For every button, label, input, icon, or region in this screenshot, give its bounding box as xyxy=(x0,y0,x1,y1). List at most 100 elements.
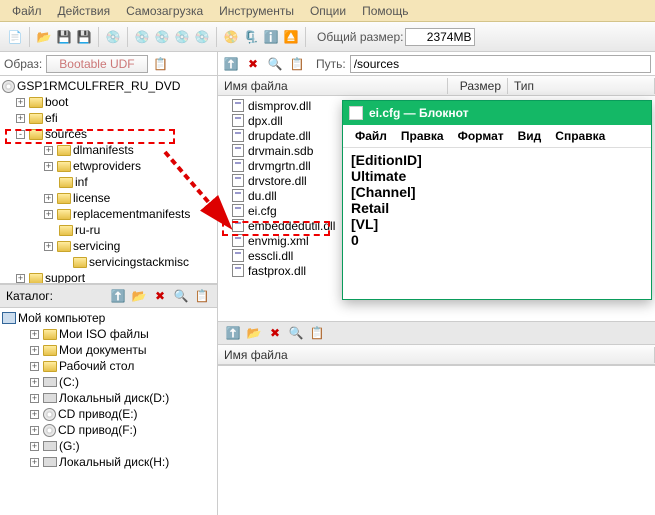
menu-boot[interactable]: Самозагрузка xyxy=(120,2,209,20)
expand-icon[interactable]: + xyxy=(44,242,53,251)
notepad-body[interactable]: [EditionID] Ultimate [Channel] Retail [V… xyxy=(343,148,651,252)
tree-label: Локальный диск(H:) xyxy=(59,455,169,469)
props-icon[interactable]: 📋 xyxy=(288,55,306,73)
cat-del-icon[interactable]: ✖ xyxy=(151,287,169,305)
expand-icon[interactable]: + xyxy=(30,442,39,451)
np-menu-file[interactable]: Файл xyxy=(349,127,393,145)
expand-icon[interactable]: + xyxy=(44,162,53,171)
expand-icon[interactable]: + xyxy=(30,346,39,355)
file-name: ei.cfg xyxy=(248,204,277,218)
catalog-item[interactable]: +Локальный диск(D:) xyxy=(2,390,215,406)
catalog-item[interactable]: + CD привод(F:) xyxy=(2,422,215,438)
file-icon xyxy=(232,99,244,112)
tree-item[interactable]: +dlmanifests xyxy=(2,142,215,158)
expand-icon[interactable]: + xyxy=(30,330,39,339)
tree-root[interactable]: GSP1RMCULFRER_RU_DVD xyxy=(2,78,215,94)
expand-icon[interactable]: + xyxy=(16,98,25,107)
l2-up-icon[interactable]: ⬆️ xyxy=(224,324,242,342)
tree-item[interactable]: +replacementmanifests xyxy=(2,206,215,222)
tree-item[interactable]: +efi xyxy=(2,110,215,126)
save-as-icon[interactable]: 💾 xyxy=(75,28,93,46)
open-icon[interactable]: 📂 xyxy=(35,28,53,46)
menu-help[interactable]: Помощь xyxy=(356,2,414,20)
catalog-item[interactable]: +Рабочий стол xyxy=(2,358,215,374)
tree-item[interactable]: - sources xyxy=(2,126,215,142)
menu-actions[interactable]: Действия xyxy=(52,2,117,20)
tree-label: support xyxy=(45,271,85,284)
menu-tools[interactable]: Инструменты xyxy=(213,2,300,20)
folder-icon xyxy=(29,129,43,140)
cat-props-icon[interactable]: 📋 xyxy=(193,287,211,305)
new-icon[interactable]: 📄 xyxy=(6,28,24,46)
notepad-window[interactable]: ei.cfg — Блокнот Файл Правка Формат Вид … xyxy=(342,100,652,300)
catalog-item[interactable]: +Мои ISO файлы xyxy=(2,326,215,342)
file-list-2 xyxy=(218,365,655,515)
disc4-icon[interactable]: 💿 xyxy=(193,28,211,46)
path-input[interactable] xyxy=(350,55,651,73)
l2-open-icon[interactable]: 📂 xyxy=(245,324,263,342)
np-menu-edit[interactable]: Правка xyxy=(395,127,450,145)
catalog-item[interactable]: +(C:) xyxy=(2,374,215,390)
tree-item[interactable]: ru-ru xyxy=(2,222,215,238)
disc1-icon[interactable]: 💿 xyxy=(133,28,151,46)
total-size-input[interactable] xyxy=(405,28,475,46)
l2-props-icon[interactable]: 📋 xyxy=(308,324,326,342)
expand-icon[interactable]: + xyxy=(30,426,39,435)
np-menu-help[interactable]: Справка xyxy=(549,127,611,145)
catalog-item[interactable]: + Локальный диск(H:) xyxy=(2,454,215,470)
tree-item[interactable]: +etwproviders xyxy=(2,158,215,174)
tree-label: sources xyxy=(45,127,87,141)
notepad-title: ei.cfg — Блокнот xyxy=(369,106,469,120)
catalog-item[interactable]: +(G:) xyxy=(2,438,215,454)
expand-icon[interactable]: + xyxy=(16,114,25,123)
disc3-icon[interactable]: 💿 xyxy=(173,28,191,46)
tree-item[interactable]: +license xyxy=(2,190,215,206)
tree-item[interactable]: +boot xyxy=(2,94,215,110)
tree-label: CD привод(F:) xyxy=(58,423,137,437)
burn-icon[interactable]: 💿 xyxy=(104,28,122,46)
menu-options[interactable]: Опции xyxy=(304,2,352,20)
expand-icon[interactable]: + xyxy=(44,194,53,203)
menu-file[interactable]: Файл xyxy=(6,2,48,20)
col-name[interactable]: Имя файла xyxy=(218,78,448,94)
file-name: drvmain.sdb xyxy=(248,144,313,158)
delete-icon[interactable]: ✖ xyxy=(244,55,262,73)
compress-icon[interactable]: 🗜️ xyxy=(242,28,260,46)
np-menu-format[interactable]: Формат xyxy=(452,127,510,145)
np-menu-view[interactable]: Вид xyxy=(512,127,548,145)
expand-icon[interactable]: + xyxy=(44,146,53,155)
l2-del-icon[interactable]: ✖ xyxy=(266,324,284,342)
col-name2[interactable]: Имя файла xyxy=(218,347,655,363)
expand-icon[interactable]: + xyxy=(30,410,39,419)
tree-root-pc[interactable]: Мой компьютер xyxy=(2,310,215,326)
info-icon[interactable]: ℹ️ xyxy=(262,28,280,46)
tree-item[interactable]: servicingstackmisc xyxy=(2,254,215,270)
l2-view-icon[interactable]: 🔍 xyxy=(287,324,305,342)
expand-icon[interactable]: + xyxy=(30,362,39,371)
save-icon[interactable]: 💾 xyxy=(55,28,73,46)
cat-up-icon[interactable]: ⬆️ xyxy=(109,287,127,305)
expand-icon[interactable]: + xyxy=(16,274,25,283)
col-type[interactable]: Тип xyxy=(508,78,655,94)
catalog-item[interactable]: +Мои документы xyxy=(2,342,215,358)
expand-icon[interactable]: + xyxy=(30,394,39,403)
tree-item[interactable]: +servicing xyxy=(2,238,215,254)
view-icon[interactable]: 🔍 xyxy=(266,55,284,73)
image-menu-icon[interactable]: 📋 xyxy=(152,55,170,73)
mount-icon[interactable]: 📀 xyxy=(222,28,240,46)
disc2-icon[interactable]: 💿 xyxy=(153,28,171,46)
expand-icon[interactable]: + xyxy=(44,210,53,219)
expand-icon[interactable]: + xyxy=(30,458,39,467)
cat-view-icon[interactable]: 🔍 xyxy=(172,287,190,305)
cat-open-icon[interactable]: 📂 xyxy=(130,287,148,305)
notepad-titlebar[interactable]: ei.cfg — Блокнот xyxy=(343,101,651,125)
eject-icon[interactable]: ⏏️ xyxy=(282,28,300,46)
expand-icon[interactable]: - xyxy=(16,130,25,139)
up-icon[interactable]: ⬆️ xyxy=(222,55,240,73)
bootable-udf-button[interactable]: Bootable UDF xyxy=(46,55,147,73)
expand-icon[interactable]: + xyxy=(30,378,39,387)
tree-item[interactable]: + support xyxy=(2,270,215,284)
tree-item[interactable]: inf xyxy=(2,174,215,190)
catalog-item[interactable]: +CD привод(E:) xyxy=(2,406,215,422)
col-size[interactable]: Размер xyxy=(448,78,508,94)
